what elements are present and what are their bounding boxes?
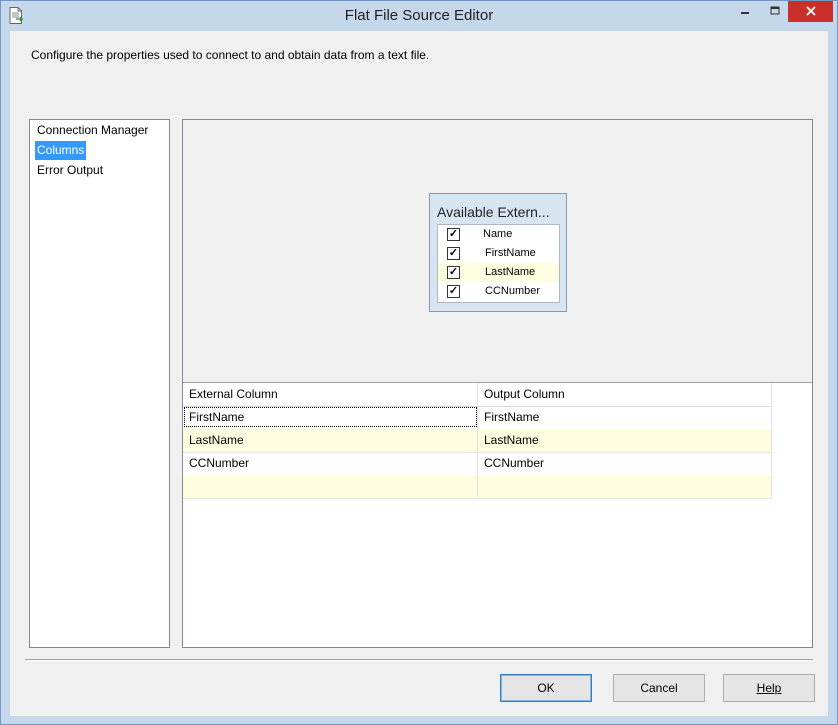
external-column-cell[interactable]: LastName — [183, 429, 478, 451]
columns-panel: Available Extern... ✓ Name ✓ FirstName ✓ — [182, 119, 813, 648]
name-column-header: Name — [483, 228, 513, 240]
minimize-button[interactable] — [729, 1, 761, 22]
button-separator — [25, 659, 813, 661]
external-column-cell[interactable]: CCNumber — [183, 452, 478, 474]
nav-item-connection-manager[interactable]: Connection Manager — [35, 121, 150, 140]
external-column-cell[interactable]: FirstName — [183, 406, 478, 428]
ccnumber-checkbox[interactable]: ✓ — [447, 285, 460, 298]
available-column-row: ✓ FirstName — [438, 244, 559, 263]
ok-button[interactable]: OK — [500, 674, 592, 702]
window-title: Flat File Source Editor — [344, 7, 494, 24]
nav-item-columns[interactable]: Columns — [35, 141, 87, 160]
dialog-description: Configure the properties used to connect… — [31, 48, 430, 62]
nav-item-error-output[interactable]: Error Output — [35, 161, 105, 180]
available-column-row: ✓ CCNumber — [438, 282, 559, 301]
maximize-button[interactable] — [761, 1, 788, 22]
available-external-columns-box: Available Extern... ✓ Name ✓ FirstName ✓ — [429, 193, 567, 312]
firstname-checkbox[interactable]: ✓ — [447, 247, 460, 260]
available-columns-list: ✓ Name ✓ FirstName ✓ LastName ✓ CCNumber — [437, 224, 560, 303]
output-column-cell[interactable] — [478, 475, 772, 497]
close-button[interactable] — [788, 1, 833, 22]
table-row: LastName LastName — [183, 429, 772, 453]
table-row: FirstName FirstName — [183, 406, 772, 430]
grid-header-row: External Column Output Column — [183, 383, 772, 407]
minimize-icon — [740, 5, 750, 19]
available-column-row: ✓ LastName — [438, 263, 559, 282]
maximize-icon — [770, 5, 780, 19]
page-navigation-list: Connection Manager Columns Error Output — [29, 119, 170, 648]
dialog-client-area: Configure the properties used to connect… — [10, 31, 828, 716]
output-column-cell[interactable]: FirstName — [478, 406, 772, 428]
available-column-label: LastName — [485, 266, 536, 278]
output-column-cell[interactable]: CCNumber — [478, 452, 772, 474]
external-column-cell[interactable] — [183, 475, 478, 497]
available-column-label: CCNumber — [485, 285, 541, 297]
dialog-window: Flat File Source Editor Configure the pr… — [0, 0, 838, 725]
table-row: CCNumber CCNumber — [183, 452, 772, 476]
select-all-checkbox[interactable]: ✓ — [447, 228, 460, 241]
external-column-header[interactable]: External Column — [183, 383, 478, 405]
close-icon — [805, 5, 816, 19]
table-row — [183, 475, 772, 499]
cancel-button[interactable]: Cancel — [613, 674, 705, 702]
column-mapping-grid: External Column Output Column FirstName … — [183, 383, 812, 647]
title-bar[interactable]: Flat File Source Editor — [1, 1, 837, 31]
available-column-label: FirstName — [485, 247, 536, 259]
lastname-checkbox[interactable]: ✓ — [447, 266, 460, 279]
output-column-header[interactable]: Output Column — [478, 383, 772, 405]
output-column-cell[interactable]: LastName — [478, 429, 772, 451]
select-all-row: ✓ Name — [438, 225, 559, 244]
help-button[interactable]: Help — [723, 674, 815, 702]
columns-diagram-area: Available Extern... ✓ Name ✓ FirstName ✓ — [183, 120, 812, 383]
available-columns-title: Available Extern... — [437, 204, 550, 220]
